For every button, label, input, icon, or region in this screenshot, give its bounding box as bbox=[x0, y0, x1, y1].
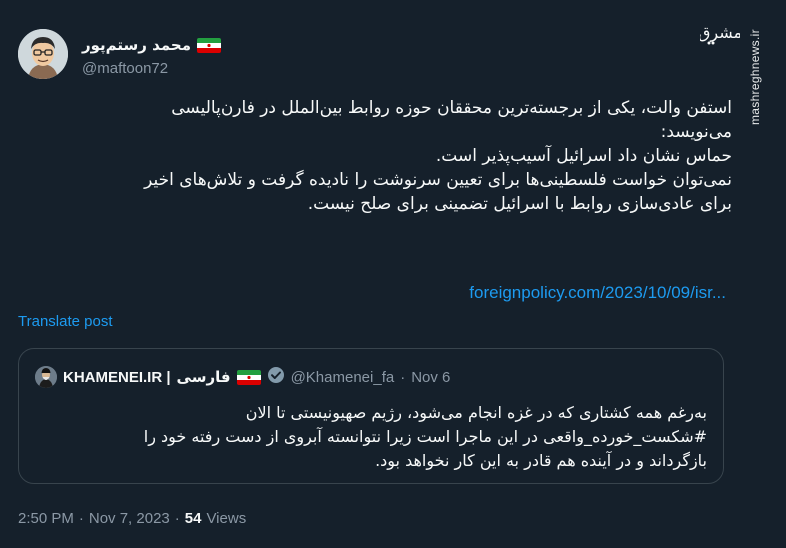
views-count: 54 bbox=[184, 510, 202, 527]
quoted-line: #شکست_خورده_واقعی در این ماجرا است زیرا … bbox=[143, 427, 707, 446]
quoted-tweet-text: به‌رغم همه کشتاری که در غزه انجام می‌شود… bbox=[37, 401, 707, 473]
quoted-name-fa[interactable]: فارسی bbox=[177, 368, 231, 386]
author-name-row: محمد رستم‌پور bbox=[82, 34, 221, 56]
quoted-tweet-card[interactable]: KHAMENEI.IR | فارسی @Khamenei_fa · Nov 6… bbox=[18, 348, 724, 484]
tweet-line: برای عادی‌سازی روابط با اسرائیل تضمینی ب… bbox=[307, 194, 732, 214]
iran-flag-icon bbox=[236, 369, 261, 385]
views-label: Views bbox=[206, 510, 247, 527]
quoted-line: بازگرداند و در آینده هم قادر به این کار … bbox=[375, 451, 707, 470]
tweet-line: استفن والت، یکی از برجسته‌ترین محققان حو… bbox=[171, 98, 732, 118]
author-avatar[interactable] bbox=[18, 29, 68, 79]
article-link[interactable]: foreignpolicy.com/2023/10/09/isr... bbox=[469, 283, 726, 303]
separator-dot: · bbox=[400, 368, 406, 386]
tweet-line: می‌نویسد: bbox=[660, 122, 732, 142]
quoted-name[interactable]: KHAMENEI.IR | bbox=[63, 369, 171, 386]
tweet-text: استفن والت، یکی از برجسته‌ترین محققان حو… bbox=[20, 96, 732, 216]
tweet-time[interactable]: 2:50 PM bbox=[18, 510, 74, 527]
tweet-date[interactable]: Nov 7, 2023 bbox=[89, 510, 170, 527]
tweet-line: نمی‌توان خواست فلسطینی‌ها برای تعیین سرن… bbox=[144, 170, 732, 190]
tweet-meta: 2:50 PM · Nov 7, 2023 · 54 Views bbox=[18, 510, 246, 527]
separator-dot: · bbox=[174, 510, 180, 527]
quoted-avatar[interactable] bbox=[35, 366, 57, 388]
author-display-name[interactable]: محمد رستم‌پور bbox=[82, 36, 191, 54]
mashregh-logo-icon: مشرق bbox=[698, 12, 742, 52]
quoted-line: به‌رغم همه کشتاری که در غزه انجام می‌شود… bbox=[245, 403, 707, 422]
tweet-line: حماس نشان داد اسرائیل آسیب‌پذیر است. bbox=[435, 146, 732, 166]
separator-dot: · bbox=[78, 510, 84, 527]
quoted-tweet-header: KHAMENEI.IR | فارسی @Khamenei_fa · Nov 6 bbox=[35, 365, 450, 389]
quoted-date[interactable]: Nov 6 bbox=[411, 369, 450, 386]
watermark-site: mashreghnews.ir bbox=[748, 29, 762, 125]
verified-badge-icon bbox=[267, 366, 285, 388]
svg-text:مشرق: مشرق bbox=[700, 23, 740, 43]
translate-post-button[interactable]: Translate post bbox=[18, 313, 113, 330]
quoted-handle[interactable]: @Khamenei_fa bbox=[291, 369, 395, 386]
iran-flag-icon bbox=[196, 37, 221, 53]
author-handle[interactable]: @maftoon72 bbox=[82, 60, 168, 77]
